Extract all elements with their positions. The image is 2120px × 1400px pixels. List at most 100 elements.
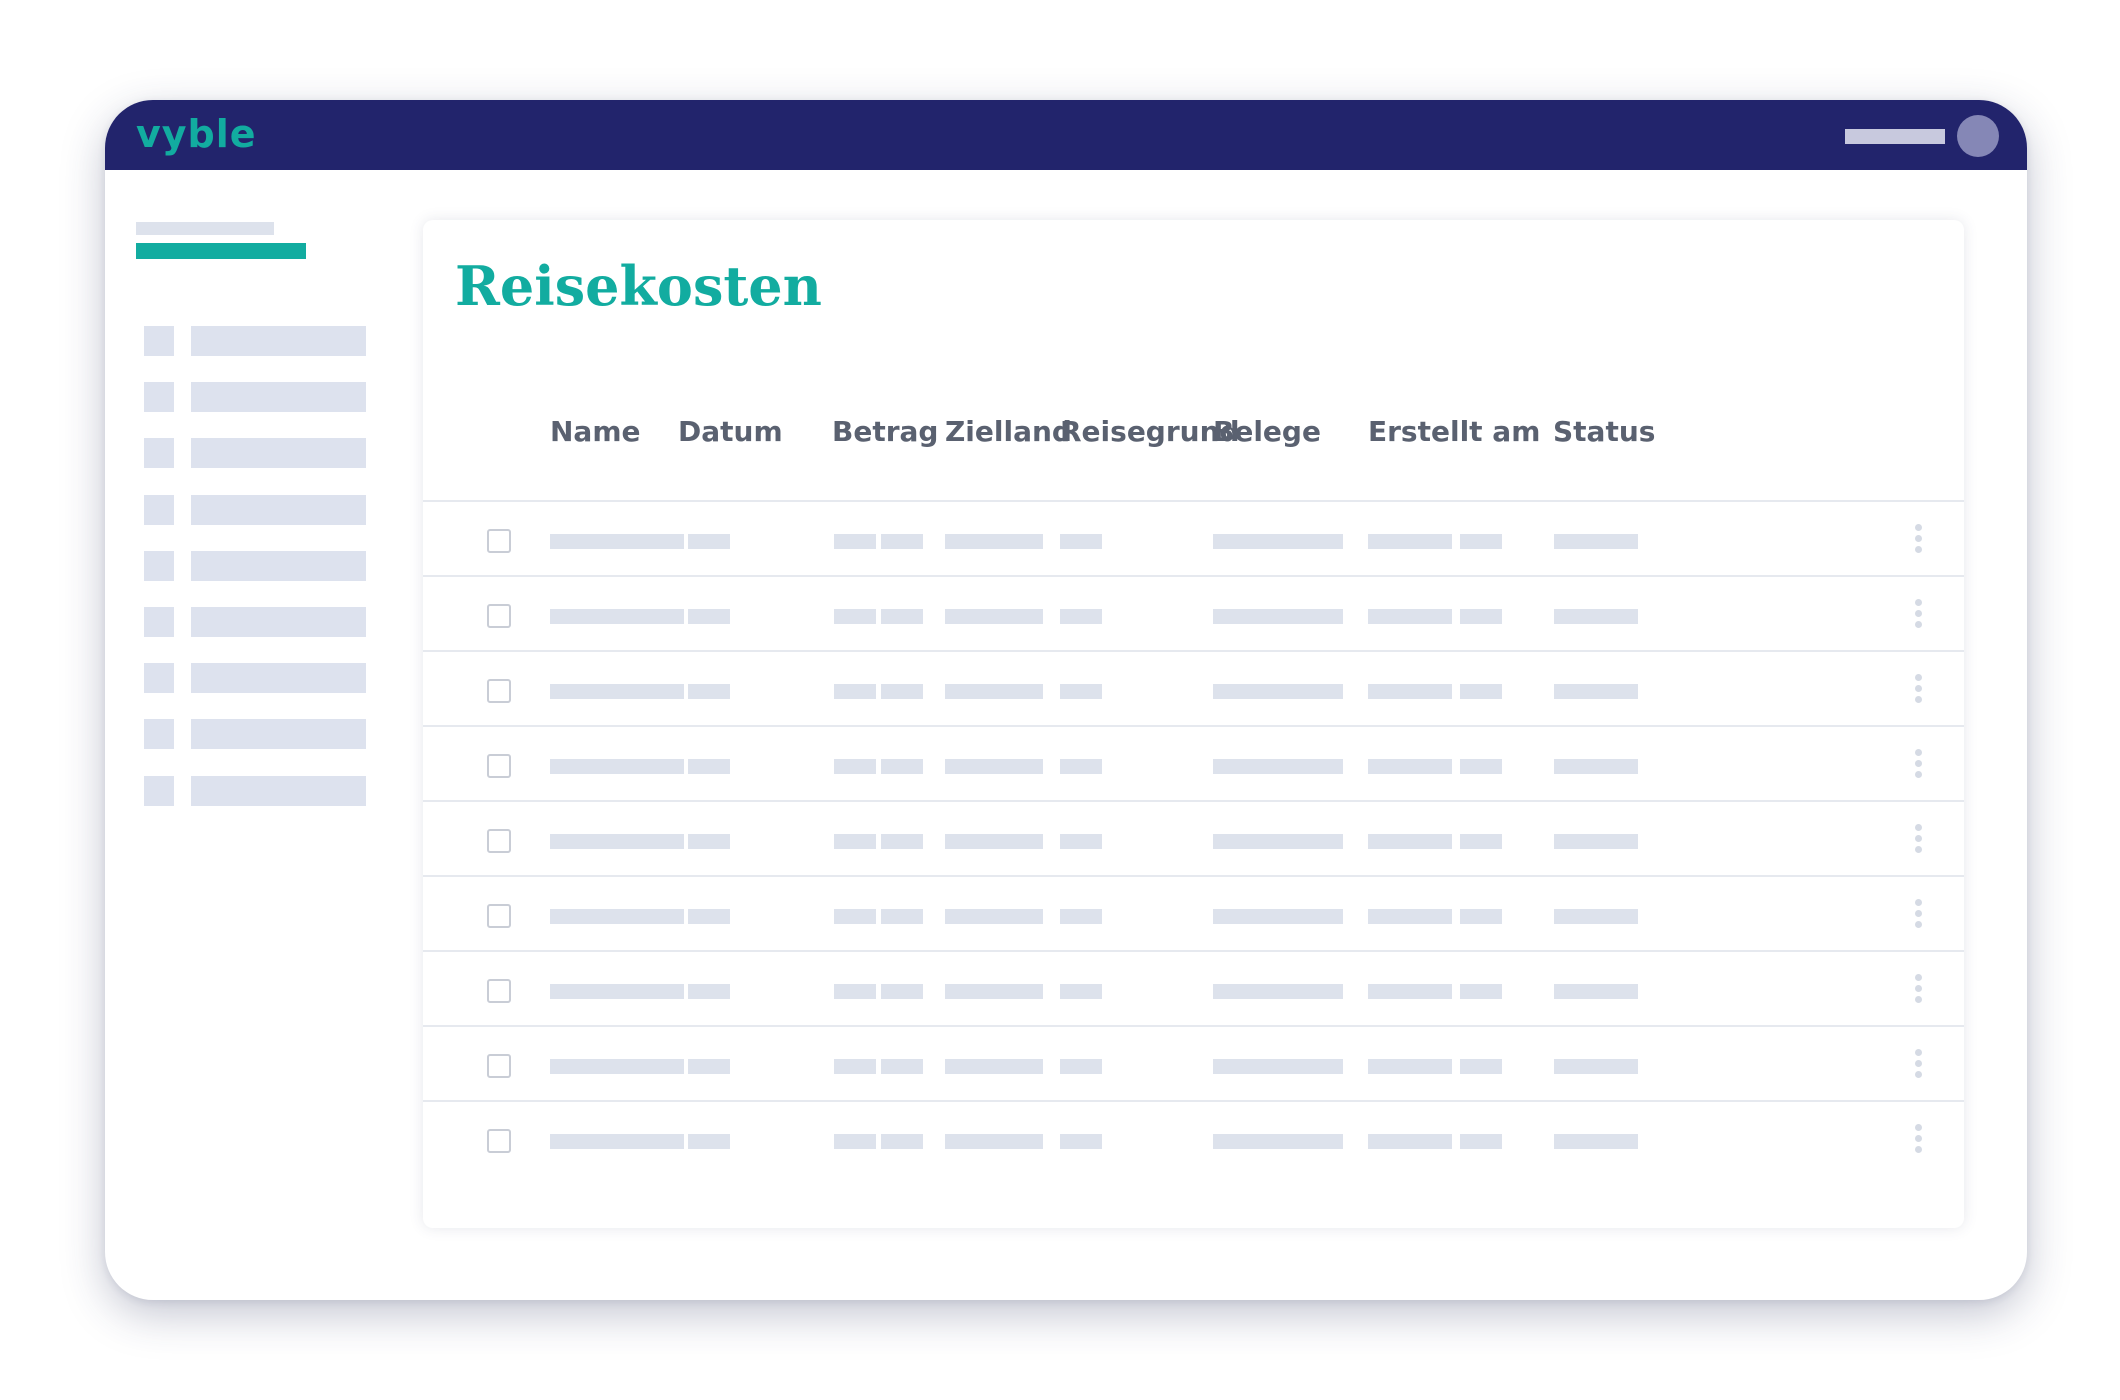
cell-placeholder-reisegrund <box>1060 1134 1102 1149</box>
sidebar-item[interactable] <box>144 775 366 806</box>
row-checkbox[interactable] <box>487 679 511 703</box>
row-checkbox[interactable] <box>487 904 511 928</box>
column-header-status[interactable]: Status <box>1553 412 1655 452</box>
cell-placeholder-reisegrund <box>1060 684 1102 699</box>
column-header-betrag[interactable]: Betrag <box>832 412 938 452</box>
cell-placeholder-datum <box>688 834 730 849</box>
row-checkbox[interactable] <box>487 829 511 853</box>
row-checkbox[interactable] <box>487 754 511 778</box>
user-name-placeholder[interactable] <box>1845 129 1945 144</box>
cell-placeholder-betrag <box>834 684 876 699</box>
cell-placeholder-datum <box>688 984 730 999</box>
cell-placeholder-datum <box>594 834 636 849</box>
sidebar-item[interactable] <box>144 438 366 469</box>
table-row[interactable] <box>423 1102 1964 1177</box>
cell-placeholder-erstellt-am <box>1368 909 1452 924</box>
cell-placeholder-reisegrund <box>1060 1059 1102 1074</box>
row-checkbox[interactable] <box>487 604 511 628</box>
cell-placeholder-erstellt-am <box>1368 609 1452 624</box>
more-vertical-icon[interactable] <box>1915 524 1923 554</box>
cell-placeholder-betrag <box>881 759 923 774</box>
cell-placeholder-erstellt-am <box>1460 759 1502 774</box>
sidebar-item[interactable] <box>144 382 366 413</box>
cell-placeholder-zielland <box>945 609 1043 624</box>
more-icon-dot <box>1915 1060 1922 1067</box>
column-header-name[interactable]: Name <box>550 412 641 452</box>
cell-placeholder-erstellt-am <box>1460 834 1502 849</box>
cell-placeholder-erstellt-am <box>1368 984 1452 999</box>
sidebar-item[interactable] <box>144 663 366 694</box>
sidebar-item[interactable] <box>144 494 366 525</box>
cell-placeholder-datum <box>594 909 636 924</box>
cell-placeholder-erstellt-am <box>1460 609 1502 624</box>
table-row[interactable] <box>423 877 1964 952</box>
cell-placeholder-betrag <box>834 759 876 774</box>
sidebar-item[interactable] <box>144 550 366 581</box>
row-checkbox[interactable] <box>487 1054 511 1078</box>
sidebar-heading-placeholder <box>136 222 274 235</box>
cell-placeholder-betrag <box>881 534 923 549</box>
sidebar-item[interactable] <box>144 607 366 637</box>
cell-placeholder-datum <box>594 759 636 774</box>
row-checkbox[interactable] <box>487 979 511 1003</box>
cell-placeholder-betrag <box>881 1059 923 1074</box>
sidebar-item-icon <box>144 663 174 694</box>
cell-placeholder-datum <box>642 1059 684 1074</box>
row-checkbox[interactable] <box>487 1129 511 1153</box>
cell-placeholder-betrag <box>881 834 923 849</box>
table-row[interactable] <box>423 652 1964 727</box>
table-row[interactable] <box>423 577 1964 652</box>
cell-placeholder-datum <box>642 984 684 999</box>
vyble-logo[interactable]: vyble <box>136 106 257 162</box>
sidebar-item-icon <box>144 382 174 413</box>
avatar[interactable] <box>1957 115 1999 157</box>
sidebar-item-label-placeholder <box>191 775 366 806</box>
table-row[interactable] <box>423 727 1964 802</box>
more-icon-dot <box>1915 524 1922 531</box>
more-vertical-icon[interactable] <box>1915 1124 1923 1154</box>
more-icon-dot <box>1915 1146 1922 1153</box>
column-header-erstellt-am[interactable]: Erstellt am <box>1368 412 1540 452</box>
more-icon-dot <box>1915 899 1922 906</box>
cell-placeholder-status <box>1554 759 1638 774</box>
more-vertical-icon[interactable] <box>1915 1049 1923 1079</box>
table-row[interactable] <box>423 802 1964 877</box>
row-checkbox[interactable] <box>487 529 511 553</box>
more-icon-dot <box>1915 760 1922 767</box>
cell-placeholder-betrag <box>834 609 876 624</box>
column-header-datum[interactable]: Datum <box>678 412 783 452</box>
column-header-zielland[interactable]: Zielland <box>945 412 1072 452</box>
cell-placeholder-betrag <box>881 984 923 999</box>
table-row[interactable] <box>423 502 1964 577</box>
cell-placeholder-zielland <box>945 984 1043 999</box>
more-icon-dot <box>1915 1135 1922 1142</box>
cell-placeholder-belege <box>1213 1059 1343 1074</box>
sidebar-item[interactable] <box>144 719 366 750</box>
more-vertical-icon[interactable] <box>1915 974 1923 1004</box>
cell-placeholder-reisegrund <box>1060 984 1102 999</box>
main-card: Reisekosten Name Datum Betrag Zielland R… <box>423 220 1964 1228</box>
cell-placeholder-datum <box>642 1134 684 1149</box>
cell-placeholder-datum <box>688 1059 730 1074</box>
sidebar-item-label-placeholder <box>191 607 366 637</box>
cell-placeholder-belege <box>1213 534 1343 549</box>
more-icon-dot <box>1915 599 1922 606</box>
more-vertical-icon[interactable] <box>1915 749 1923 779</box>
column-header-belege[interactable]: Belege <box>1213 412 1321 452</box>
more-icon-dot <box>1915 674 1922 681</box>
more-vertical-icon[interactable] <box>1915 599 1923 629</box>
sidebar-item[interactable] <box>144 326 366 356</box>
cell-placeholder-status <box>1554 1134 1638 1149</box>
sidebar-item-label-placeholder <box>191 382 366 413</box>
more-vertical-icon[interactable] <box>1915 824 1923 854</box>
cell-placeholder-betrag <box>834 984 876 999</box>
table-row[interactable] <box>423 1027 1964 1102</box>
more-icon-dot <box>1915 996 1922 1003</box>
cell-placeholder-erstellt-am <box>1460 534 1502 549</box>
more-vertical-icon[interactable] <box>1915 674 1923 704</box>
cell-placeholder-reisegrund <box>1060 534 1102 549</box>
more-icon-dot <box>1915 749 1922 756</box>
cell-placeholder-erstellt-am <box>1460 909 1502 924</box>
more-vertical-icon[interactable] <box>1915 899 1923 929</box>
table-row[interactable] <box>423 952 1964 1027</box>
